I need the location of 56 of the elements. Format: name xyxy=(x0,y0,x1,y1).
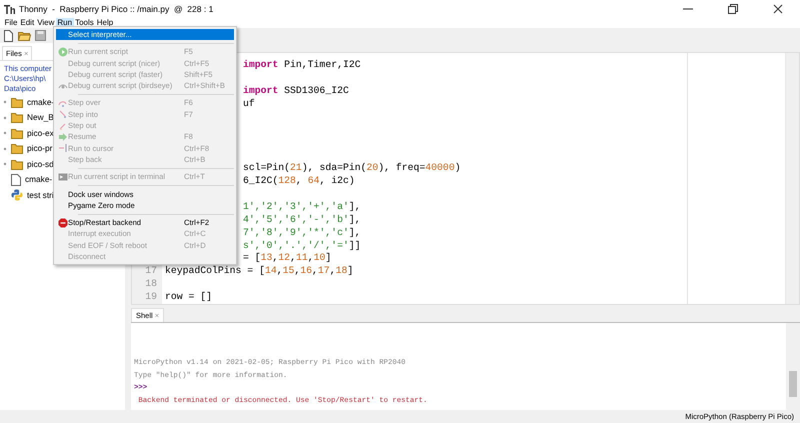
tree-item[interactable]: pico-sd xyxy=(27,158,54,170)
folder-icon xyxy=(11,158,23,170)
terminal-icon xyxy=(58,172,68,182)
restore-icon xyxy=(728,4,738,14)
menu-item[interactable]: Tools xyxy=(74,18,96,28)
tree-item[interactable]: cmake- xyxy=(25,173,52,186)
resume-icon xyxy=(58,132,68,142)
code-line: row = [] xyxy=(165,291,212,302)
code-line: 4','5','6','-','b'], xyxy=(243,214,361,225)
menu-item[interactable]: File xyxy=(3,18,19,28)
expand-icon[interactable] xyxy=(3,146,7,151)
stop-icon xyxy=(58,218,68,228)
folder-icon xyxy=(11,128,23,138)
code-line: uf xyxy=(243,98,255,109)
code-line: 7','8','9','*','c'], xyxy=(243,226,361,238)
save-icon[interactable] xyxy=(35,30,46,41)
tree-item[interactable]: cmake- xyxy=(27,96,54,108)
code-line: 1','2','3','+','a'], xyxy=(243,200,361,212)
step-out-icon xyxy=(58,120,68,131)
expand-icon[interactable] xyxy=(3,100,7,104)
file-icon xyxy=(11,174,21,186)
folder-icon xyxy=(11,96,23,108)
line-number: 18 xyxy=(145,278,157,290)
menu-item[interactable]: Edit xyxy=(18,18,36,28)
code-line: import SSD1306_I2C xyxy=(243,84,349,96)
expand-icon[interactable] xyxy=(3,131,7,136)
tree-item[interactable]: test stri xyxy=(27,188,54,202)
tree-item[interactable]: pico-ex xyxy=(27,126,54,140)
menu-item[interactable]: View xyxy=(36,18,56,28)
line-number: 19 xyxy=(145,291,157,302)
new-file-icon[interactable] xyxy=(3,30,14,42)
code-line: 6_I2C(128, 64, i2c) xyxy=(243,175,355,186)
tree-item[interactable]: New_B xyxy=(27,111,54,124)
run-to-cursor-icon xyxy=(58,143,68,154)
scrollbar[interactable] xyxy=(785,53,799,304)
folder-icon xyxy=(11,143,23,154)
open-folder-icon[interactable] xyxy=(18,30,31,41)
close-icon xyxy=(772,4,782,14)
folder-icon xyxy=(11,112,23,123)
code-line: scl=Pin(21), sda=Pin(20), freq=40000) xyxy=(243,162,461,174)
expand-icon[interactable] xyxy=(3,116,7,120)
step-into-icon xyxy=(58,109,68,120)
code-line: keypadColPins = [14,15,16,17,18] xyxy=(165,265,354,276)
line-number: 17 xyxy=(145,265,157,276)
run-icon xyxy=(58,46,68,57)
scrollbar-thumb[interactable] xyxy=(789,371,797,398)
app-logo-icon xyxy=(4,4,15,14)
expand-icon[interactable] xyxy=(3,162,7,166)
tree-item[interactable]: pico-pr xyxy=(27,142,52,155)
menu-item[interactable]: Help xyxy=(95,18,115,28)
code-line: import Pin,Timer,I2C xyxy=(243,59,361,70)
python-file-icon xyxy=(11,189,23,201)
code-line: s','0','.','/','=']] xyxy=(243,240,361,251)
scrollbar[interactable] xyxy=(786,323,800,410)
window-title: Thonny - Raspberry Pi Pico :: /main.py @ 228 : 1 xyxy=(19,2,214,16)
code-line: = [13,12,11,10] xyxy=(243,252,332,264)
